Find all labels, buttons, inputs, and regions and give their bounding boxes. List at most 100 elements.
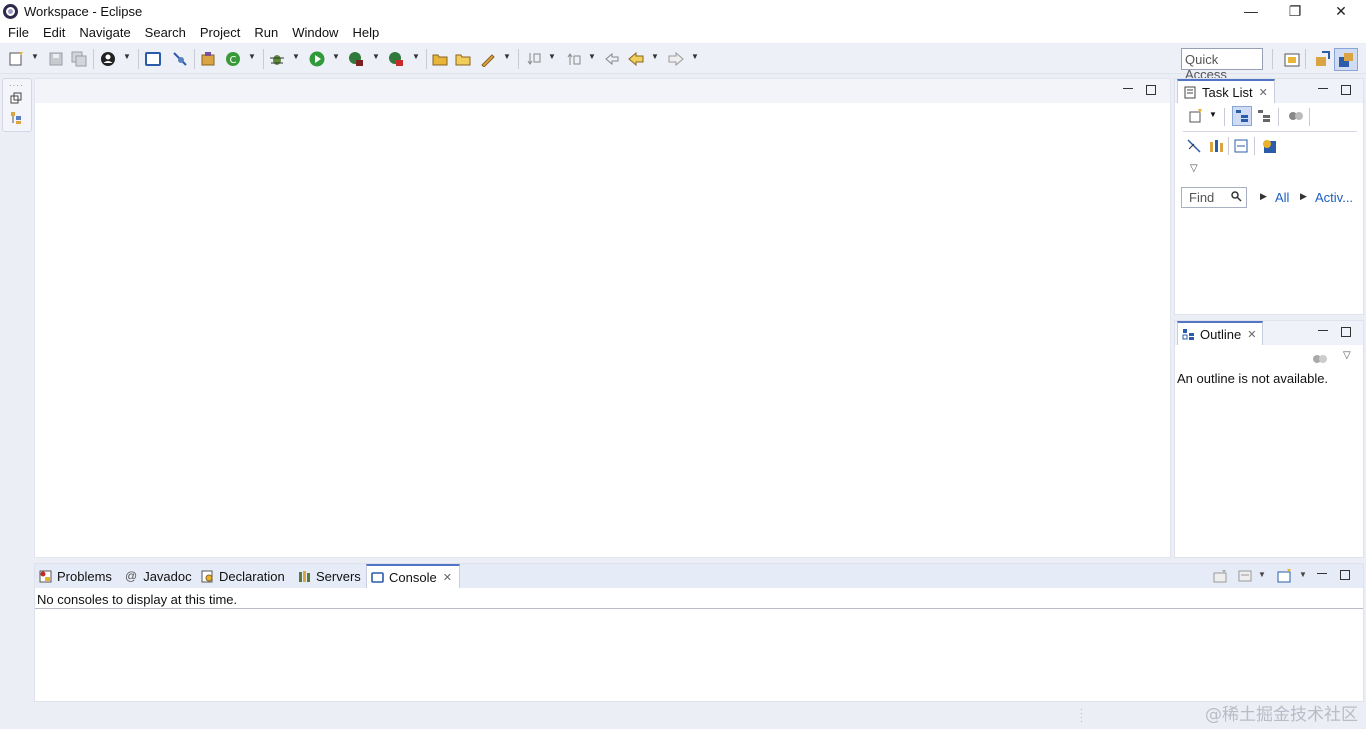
new-file-icon[interactable] bbox=[8, 51, 24, 67]
console-icon[interactable] bbox=[145, 51, 161, 67]
focus-workweek-icon[interactable] bbox=[1288, 109, 1304, 123]
close-task-list-icon[interactable]: ✕ bbox=[1259, 86, 1268, 99]
coverage-icon[interactable] bbox=[348, 51, 364, 67]
java-perspective-button[interactable] bbox=[1334, 48, 1358, 71]
view-menu-icon[interactable]: ▽ bbox=[1190, 163, 1198, 174]
console-message: No consoles to display at this time. bbox=[37, 592, 238, 607]
save-all-icon[interactable] bbox=[71, 51, 87, 67]
debug-icon[interactable] bbox=[269, 51, 285, 67]
main-toolbar: ▼ ▼ C ▼ ▼ ▼ ▼ ▼ ▼ ▼ ▼ ▼ ▼ bbox=[0, 44, 1366, 74]
tab-javadoc[interactable]: @ Javadoc bbox=[125, 564, 192, 588]
categorized-toggle[interactable] bbox=[1232, 106, 1252, 126]
minimize-bottom-panel-icon[interactable] bbox=[1317, 570, 1327, 574]
minimize-outline-icon[interactable] bbox=[1318, 327, 1328, 331]
collapse-icon[interactable] bbox=[1234, 139, 1248, 153]
editor-area[interactable] bbox=[34, 78, 1171, 558]
previous-annotation-icon[interactable] bbox=[566, 51, 582, 67]
forward-icon[interactable] bbox=[668, 51, 684, 67]
toolbar-separator bbox=[1305, 49, 1306, 69]
drag-handle[interactable]: ···· bbox=[9, 81, 24, 90]
close-outline-icon[interactable]: ✕ bbox=[1247, 328, 1256, 341]
menu-help[interactable]: Help bbox=[352, 25, 379, 40]
forward-dropdown-icon[interactable]: ▼ bbox=[691, 52, 699, 61]
restore-button[interactable]: ❐ bbox=[1272, 0, 1318, 22]
tab-outline[interactable]: Outline ✕ bbox=[1177, 321, 1263, 345]
java-ee-perspective-icon[interactable] bbox=[1314, 51, 1330, 67]
profile-dropdown-icon[interactable]: ▼ bbox=[123, 52, 131, 61]
bottom-tab-strip: Problems @ Javadoc Declaration Servers C… bbox=[35, 564, 1363, 588]
all-expand-icon[interactable]: ▶ bbox=[1260, 191, 1267, 202]
all-tasks-link[interactable]: All bbox=[1275, 190, 1289, 205]
run-dropdown-icon[interactable]: ▼ bbox=[332, 52, 340, 61]
profile-icon[interactable] bbox=[100, 51, 116, 67]
activate-task-link[interactable]: Activ... bbox=[1315, 190, 1353, 205]
minimize-editor-icon[interactable] bbox=[1123, 85, 1133, 89]
focus-active-task-icon[interactable] bbox=[1312, 352, 1328, 366]
new-java-class-icon[interactable]: C bbox=[225, 51, 241, 67]
maximize-task-list-icon[interactable] bbox=[1341, 85, 1351, 95]
maximize-editor-icon[interactable] bbox=[1146, 85, 1156, 95]
next-annotation-dropdown-icon[interactable]: ▼ bbox=[548, 52, 556, 61]
tab-declaration[interactable]: Declaration bbox=[201, 564, 285, 588]
activate-expand-icon[interactable]: ▶ bbox=[1300, 191, 1307, 202]
minimized-view-stack: ···· bbox=[2, 78, 32, 132]
restore-stack-icon[interactable] bbox=[10, 92, 22, 104]
outline-tab-strip: Outline ✕ bbox=[1175, 321, 1363, 345]
tab-problems[interactable]: Problems bbox=[39, 564, 112, 588]
scheduled-icon[interactable] bbox=[1257, 109, 1271, 123]
new-dropdown-icon[interactable]: ▼ bbox=[31, 52, 39, 61]
menu-run[interactable]: Run bbox=[254, 25, 278, 40]
maximize-outline-icon[interactable] bbox=[1341, 327, 1351, 337]
back-dropdown-icon[interactable]: ▼ bbox=[651, 52, 659, 61]
minimize-button[interactable]: — bbox=[1228, 0, 1274, 22]
display-console-icon[interactable] bbox=[1238, 569, 1252, 583]
debug-dropdown-icon[interactable]: ▼ bbox=[292, 52, 300, 61]
menu-file[interactable]: File bbox=[8, 25, 29, 40]
maximize-bottom-panel-icon[interactable] bbox=[1340, 570, 1350, 580]
display-console-dropdown-icon[interactable]: ▼ bbox=[1258, 570, 1266, 579]
show-ui-legend-icon[interactable] bbox=[1208, 138, 1224, 154]
external-tools-icon[interactable] bbox=[388, 51, 404, 67]
last-edit-icon[interactable] bbox=[604, 51, 620, 67]
external-tools-dropdown-icon[interactable]: ▼ bbox=[412, 52, 420, 61]
tab-servers[interactable]: Servers bbox=[298, 564, 361, 588]
run-icon[interactable] bbox=[309, 51, 325, 67]
quick-access-input[interactable]: Quick Access bbox=[1181, 48, 1263, 82]
open-type-icon[interactable] bbox=[200, 51, 216, 67]
synchronize-icon[interactable] bbox=[1261, 138, 1277, 154]
console-divider bbox=[35, 608, 1363, 609]
status-drag-handle[interactable]: · · · · bbox=[1080, 706, 1083, 726]
previous-annotation-dropdown-icon[interactable]: ▼ bbox=[588, 52, 596, 61]
menu-edit[interactable]: Edit bbox=[43, 25, 65, 40]
open-perspective-icon[interactable] bbox=[1284, 51, 1300, 67]
package-explorer-icon[interactable] bbox=[10, 111, 22, 125]
close-button[interactable]: ✕ bbox=[1318, 0, 1364, 22]
open-console-dropdown-icon[interactable]: ▼ bbox=[1299, 570, 1307, 579]
new-task-dropdown-icon[interactable]: ▼ bbox=[1209, 110, 1217, 119]
skip-breakpoints-icon[interactable] bbox=[172, 51, 188, 67]
tab-console[interactable]: Console ✕ bbox=[366, 564, 460, 588]
new-task-icon[interactable] bbox=[1189, 109, 1203, 123]
minimize-task-list-icon[interactable] bbox=[1318, 85, 1328, 89]
pen-icon[interactable] bbox=[480, 51, 496, 67]
menu-navigate[interactable]: Navigate bbox=[79, 25, 130, 40]
new-class-dropdown-icon[interactable]: ▼ bbox=[248, 52, 256, 61]
open-console-icon[interactable] bbox=[1277, 569, 1292, 583]
menu-project[interactable]: Project bbox=[200, 25, 240, 40]
save-icon[interactable] bbox=[48, 51, 64, 67]
outline-view-menu-icon[interactable]: ▽ bbox=[1343, 350, 1351, 361]
back-icon[interactable] bbox=[628, 51, 644, 67]
open-folder-icon[interactable] bbox=[432, 51, 448, 67]
pin-console-icon[interactable] bbox=[1213, 569, 1227, 583]
open-project-icon[interactable] bbox=[455, 51, 471, 67]
close-console-icon[interactable]: ✕ bbox=[443, 571, 452, 584]
pen-dropdown-icon[interactable]: ▼ bbox=[503, 52, 511, 61]
next-annotation-icon[interactable] bbox=[526, 51, 542, 67]
servers-icon bbox=[299, 570, 310, 582]
menu-window[interactable]: Window bbox=[292, 25, 338, 40]
problems-icon bbox=[39, 570, 52, 582]
coverage-dropdown-icon[interactable]: ▼ bbox=[372, 52, 380, 61]
menu-search[interactable]: Search bbox=[145, 25, 186, 40]
collapse-all-icon[interactable] bbox=[1187, 139, 1201, 153]
tab-task-list[interactable]: Task List ✕ bbox=[1177, 79, 1275, 103]
